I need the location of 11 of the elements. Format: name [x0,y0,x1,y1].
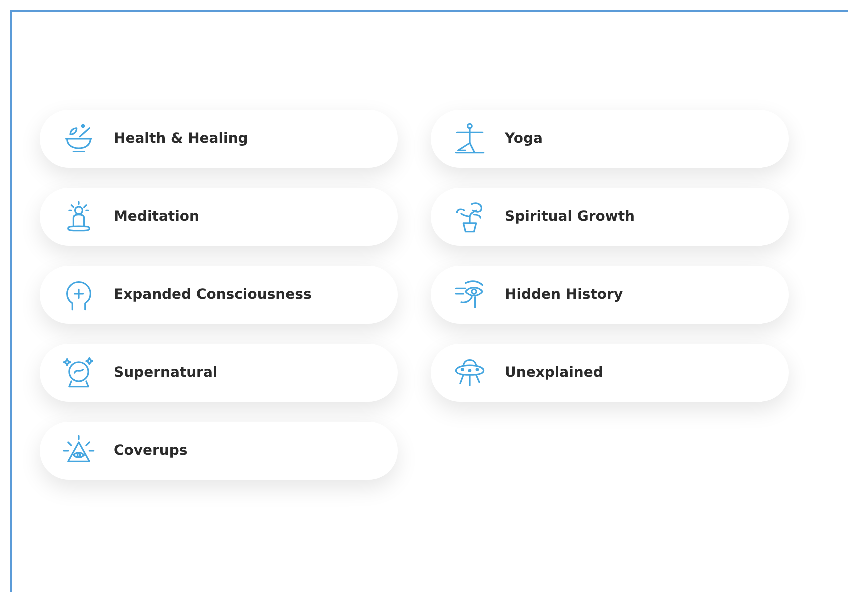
category-button[interactable]: Yoga [431,110,789,168]
category-button[interactable]: Spiritual Growth [431,188,789,246]
crystal-ball-icon [62,356,96,390]
category-button[interactable]: Unexplained [431,344,789,402]
category-button[interactable]: Hidden History [431,266,789,324]
category-button[interactable]: Health & Healing [40,110,398,168]
yoga-pose-icon [453,122,487,156]
category-button[interactable]: Coverups [40,422,398,480]
category-button[interactable]: Supernatural [40,344,398,402]
category-button[interactable]: Expanded Consciousness [40,266,398,324]
category-button[interactable]: Meditation [40,188,398,246]
